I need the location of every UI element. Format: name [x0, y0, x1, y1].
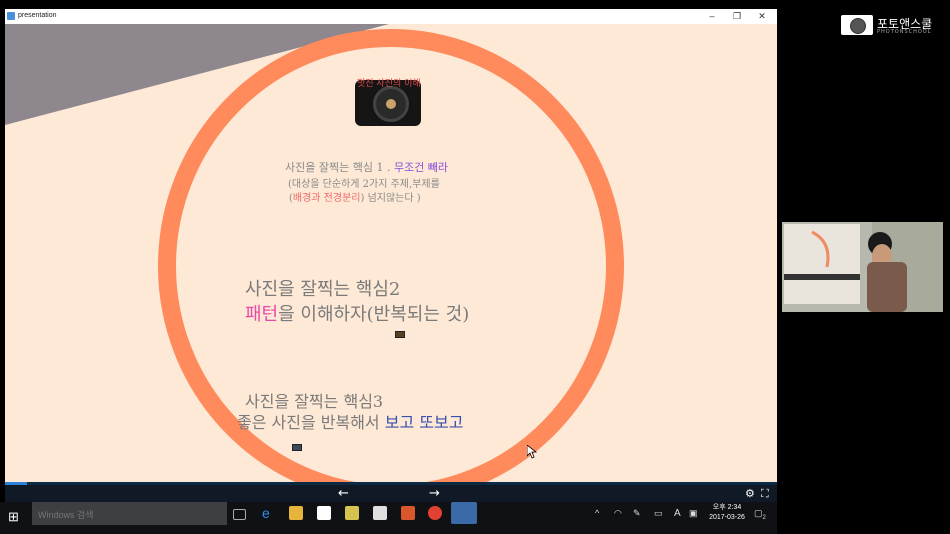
webcam-video — [782, 222, 943, 312]
app-icon — [7, 12, 15, 20]
title-bar: presentation – ❐ ✕ — [5, 9, 777, 24]
sticky-notes-icon[interactable] — [345, 506, 359, 520]
point1-line1: 사진을 잘찍는 핵심 1 . 무조건 빼라 — [285, 159, 448, 175]
taskbar-search-box[interactable] — [32, 502, 227, 525]
notification-count: 2 — [762, 514, 766, 521]
arrow-right-icon: → — [429, 486, 440, 501]
lens-icon — [373, 86, 409, 122]
settings-button[interactable]: ⚙ — [745, 485, 755, 502]
input-method-icon[interactable]: ▣ — [689, 508, 698, 519]
windows-logo-icon: ⊞ — [8, 509, 19, 524]
tool-icon[interactable]: ✎ — [633, 508, 641, 519]
brand-subtitle: PHOTONSCHOOL — [877, 29, 932, 35]
edge-browser-icon[interactable]: e — [262, 506, 276, 520]
taskbar-clock[interactable]: 오후 2:34 2017-03-26 — [705, 503, 749, 523]
point2-highlight: 패턴 — [245, 304, 279, 325]
close-button[interactable]: ✕ — [751, 9, 773, 24]
windows-taskbar: ⊞ e ^ ◠ ✎ ▭ A ▣ 오후 2:34 2017-03-26 ▢2 — [0, 502, 777, 534]
fullscreen-button[interactable]: ⛶ — [761, 485, 769, 502]
ime-indicator[interactable]: A — [674, 508, 681, 519]
photonschool-logo — [841, 15, 873, 35]
point1-bg-fg-highlight: 배경과 전경분리 — [292, 193, 361, 204]
mouse-cursor-icon — [527, 445, 537, 459]
photo-thumbnail — [292, 444, 302, 451]
point2-line1: 사진을 잘찍는 핵심2 — [245, 279, 401, 300]
slide-heading: 멋진 사진의 이해 — [357, 79, 421, 89]
arrow-left-icon: ← — [338, 486, 349, 501]
notification-center-icon[interactable]: ▢2 — [754, 508, 766, 521]
powerpoint-icon[interactable] — [401, 506, 415, 520]
restore-icon: ❐ — [732, 11, 742, 21]
point2-line2: 패턴을 이해하자(반복되는 것) — [245, 300, 469, 326]
point1-suffix: ) 넘지않는다 ) — [360, 193, 421, 204]
start-button[interactable]: ⊞ — [8, 510, 22, 524]
presentation-window: presentation – ❐ ✕ 멋진 사진의 이해 사진을 잘찍는 핵심 … — [5, 9, 777, 502]
app-icon-5[interactable] — [373, 506, 387, 520]
presentation-app-active-icon[interactable] — [451, 502, 477, 524]
store-icon[interactable] — [317, 506, 331, 520]
point3-highlight: 보고 또보고 — [384, 413, 464, 432]
keyboard-icon[interactable]: ▭ — [654, 508, 663, 519]
minimize-button[interactable]: – — [701, 9, 723, 24]
point3-line2: 좋은 사진을 반복해서 보고 또보고 — [237, 409, 463, 433]
camera-logo-icon — [850, 18, 866, 34]
point1-prefix: 사진을 잘찍는 핵심 1 . — [285, 161, 391, 174]
point2-suffix: 을 이해하자(반복되는 것) — [278, 304, 470, 325]
close-icon: ✕ — [758, 11, 766, 21]
slide-nav-bar: ← → ⚙ ⛶ — [5, 485, 777, 502]
clock-time: 오후 2:34 — [712, 504, 742, 511]
chrome-icon[interactable] — [428, 506, 442, 520]
presenter-scene — [782, 222, 943, 312]
fullscreen-icon: ⛶ — [761, 487, 769, 500]
network-icon[interactable]: ◠ — [614, 508, 622, 519]
point1-line2: (대상을 단순하게 2가지 주제,부제를 — [288, 179, 440, 190]
window-title: presentation — [18, 12, 57, 19]
clock-date: 2017-03-26 — [709, 514, 745, 521]
tray-chevron-icon[interactable]: ^ — [595, 508, 599, 518]
task-view-icon[interactable] — [233, 509, 246, 520]
pattern-thumbnail — [395, 331, 405, 338]
slide-canvas: 멋진 사진의 이해 사진을 잘찍는 핵심 1 . 무조건 빼라 (대상을 단순하… — [5, 24, 777, 482]
point3-prefix: 좋은 사진을 반복해서 — [237, 413, 385, 432]
point1-line3: (배경과 전경분리) 넘지않는다 ) — [289, 189, 421, 204]
search-input[interactable] — [36, 507, 220, 522]
file-explorer-icon[interactable] — [289, 506, 303, 520]
prev-slide-button[interactable]: ← — [338, 485, 349, 502]
gear-icon: ⚙ — [745, 487, 755, 500]
point1-highlight: 무조건 빼라 — [393, 161, 449, 174]
minimize-icon: – — [709, 11, 715, 21]
next-slide-button[interactable]: → — [429, 485, 440, 502]
restore-button[interactable]: ❐ — [726, 9, 748, 24]
